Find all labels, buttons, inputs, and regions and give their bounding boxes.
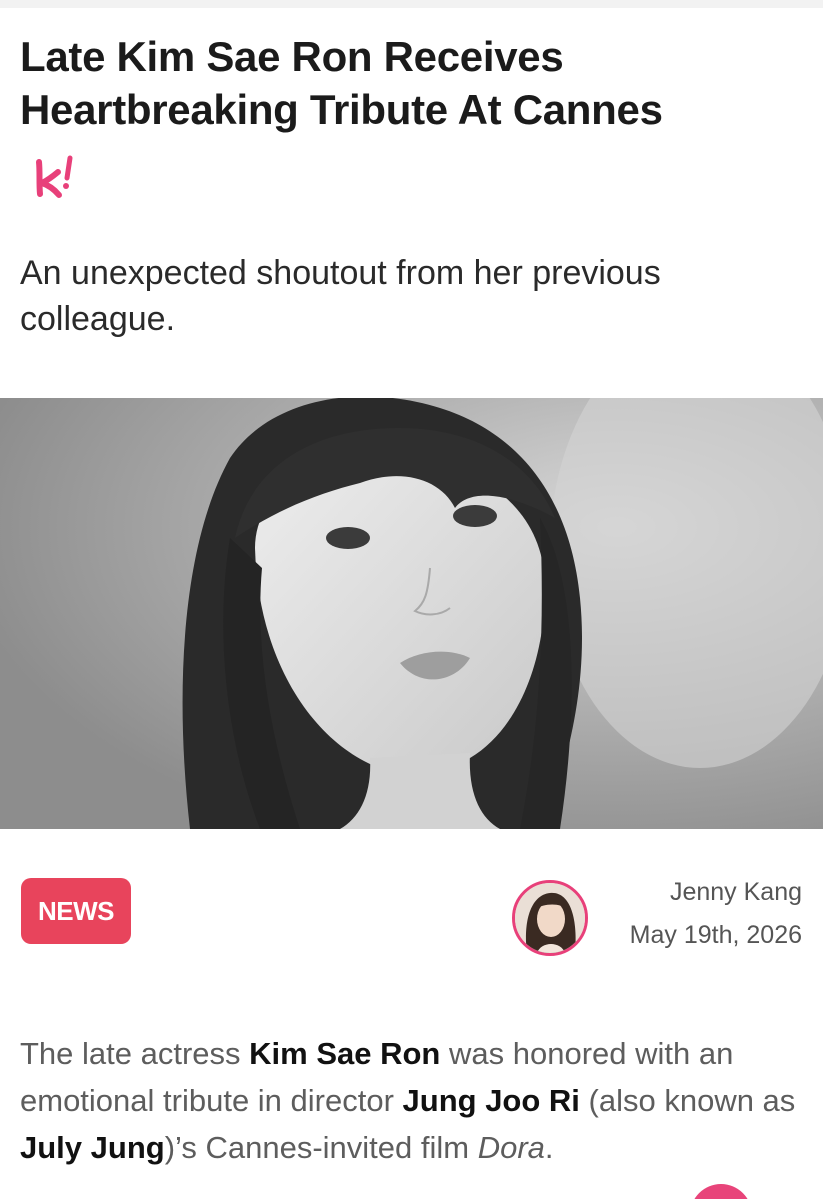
- author-name[interactable]: Jenny Kang: [582, 877, 802, 907]
- article-title: Late Kim Sae Ron Receives Heartbreaking …: [20, 33, 663, 133]
- article-subtitle: An unexpected shoutout from her previous…: [20, 254, 661, 338]
- publish-date: May 19th, 2026: [629, 921, 802, 949]
- person-name-july-jung: July Jung: [20, 1130, 165, 1165]
- film-title-dora: Dora: [477, 1130, 545, 1165]
- article-body-paragraph: The late actress Kim Sae Ron was honored…: [20, 1030, 810, 1171]
- floating-action-button[interactable]: [690, 1184, 752, 1199]
- author-avatar-icon[interactable]: [512, 880, 588, 956]
- body-text-segment: .: [544, 1130, 554, 1165]
- body-text-segment: The late actress: [20, 1036, 250, 1071]
- body-text-segment: (also known as: [579, 1083, 796, 1118]
- category-tag-news[interactable]: NEWS: [21, 878, 131, 944]
- koreaboo-logo-icon[interactable]: [30, 150, 80, 206]
- person-name-jung-joo-ri: Jung Joo Ri: [402, 1083, 580, 1118]
- top-bar: [0, 0, 823, 8]
- person-name-kim-sae-ron: Kim Sae Ron: [249, 1036, 441, 1071]
- body-text-segment: )’s Cannes-invited film: [164, 1130, 478, 1165]
- hero-image[interactable]: [0, 398, 823, 829]
